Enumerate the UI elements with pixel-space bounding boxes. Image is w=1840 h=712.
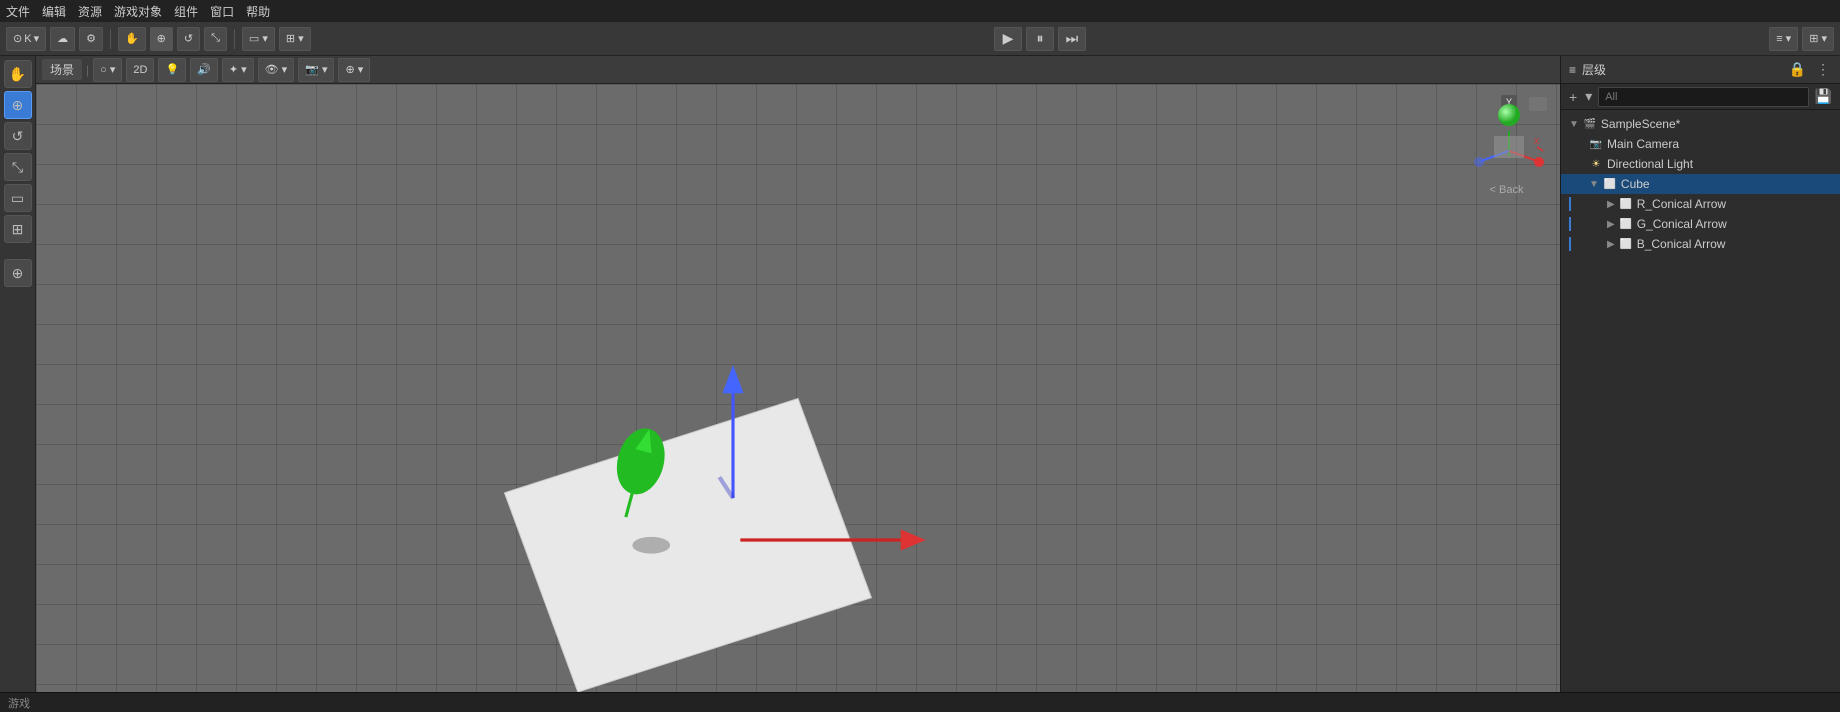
mesh-icon-b: ⬜ bbox=[1619, 237, 1633, 251]
hidden-btn[interactable]: 👁 ▾ bbox=[258, 58, 295, 82]
hierarchy-label-samplescene: SampleScene* bbox=[1601, 117, 1680, 131]
hierarchy-label-r-conical: R_Conical Arrow bbox=[1637, 197, 1726, 211]
hierarchy-item-r-conical[interactable]: ▶ ⬜ R_Conical Arrow bbox=[1561, 194, 1840, 214]
hierarchy-item-b-conical[interactable]: ▶ ⬜ B_Conical Arrow bbox=[1561, 234, 1840, 254]
world-tool[interactable]: ⊕ bbox=[4, 259, 32, 287]
child-line bbox=[1569, 197, 1571, 211]
menu-component[interactable]: 组件 bbox=[174, 3, 198, 20]
hierarchy-label-g-conical: G_Conical Arrow bbox=[1637, 217, 1727, 231]
light-icon: ☀ bbox=[1589, 157, 1603, 171]
scene-toolbar: 场景 | ○ ▾ 2D 💡 🔊 ✦ ▾ 👁 ▾ 📷 ▾ ⊕ ▾ bbox=[36, 56, 1560, 84]
lock-icon[interactable]: 🔒 bbox=[1787, 59, 1808, 80]
tab-separator: | bbox=[86, 63, 89, 77]
camera-icon: 📷 bbox=[1589, 137, 1603, 151]
svg-text:X: X bbox=[1534, 137, 1540, 146]
menu-edit[interactable]: 编辑 bbox=[42, 3, 66, 20]
rotate-tool[interactable]: ↺ bbox=[4, 122, 32, 150]
hierarchy-search-input[interactable] bbox=[1598, 87, 1808, 107]
layers-btn[interactable]: ≡ ▾ bbox=[1769, 27, 1798, 51]
save-icon[interactable]: 💾 bbox=[1813, 86, 1834, 107]
hierarchy-item-directionallight[interactable]: ☀ Directional Light bbox=[1561, 154, 1840, 174]
snap-tool-btn[interactable]: ⊞ ▾ bbox=[279, 27, 311, 51]
hand-tool-btn[interactable]: ✋ bbox=[118, 27, 146, 51]
hierarchy-label-directionallight: Directional Light bbox=[1607, 157, 1693, 171]
cloud-btn[interactable]: ☁ bbox=[50, 27, 75, 51]
hierarchy-item-maincamera[interactable]: 📷 Main Camera bbox=[1561, 134, 1840, 154]
chevron-down-icon: ▾ bbox=[34, 32, 40, 45]
main-toolbar: ⊙ K ▾ ☁ ⚙ ✋ ⊕ ↺ ⤡ ▭ ▾ ⊞ ▾ ▶ ⏸ ⏭ ≡ ▾ ⊞ ▾ bbox=[0, 22, 1840, 56]
toolbar-separator-1 bbox=[110, 29, 111, 49]
hierarchy-label-cube: Cube bbox=[1621, 177, 1650, 191]
hierarchy-content: ▼ 🎬 SampleScene* 📷 Main Camera ☀ Directi… bbox=[1561, 110, 1840, 692]
scene-view[interactable]: 场景 | ○ ▾ 2D 💡 🔊 ✦ ▾ 👁 ▾ 📷 ▾ ⊕ ▾ bbox=[36, 56, 1560, 692]
play-button[interactable]: ▶ bbox=[994, 27, 1022, 51]
move-tool-btn[interactable]: ⊕ bbox=[150, 27, 173, 51]
mesh-icon-r: ⬜ bbox=[1619, 197, 1633, 211]
menu-help[interactable]: 帮助 bbox=[246, 3, 270, 20]
hierarchy-item-samplescene[interactable]: ▼ 🎬 SampleScene* bbox=[1561, 114, 1840, 134]
toolbar-separator-2 bbox=[234, 29, 235, 49]
status-label: 游戏 bbox=[8, 695, 30, 711]
hierarchy-label-b-conical: B_Conical Arrow bbox=[1637, 237, 1726, 251]
step-button[interactable]: ⏭ bbox=[1058, 27, 1086, 51]
hierarchy-item-g-conical[interactable]: ▶ ⬜ G_Conical Arrow bbox=[1561, 214, 1840, 234]
rotate-tool-btn[interactable]: ↺ bbox=[177, 27, 200, 51]
camera-btn[interactable]: 📷 ▾ bbox=[298, 58, 334, 82]
transform-tool[interactable]: ⊞ bbox=[4, 215, 32, 243]
settings-btn[interactable]: ⚙ bbox=[79, 27, 103, 51]
lighting-btn[interactable]: 💡 bbox=[158, 58, 186, 82]
expand-arrow[interactable]: ▼ bbox=[1569, 119, 1579, 130]
expand-arrow-b[interactable]: ▶ bbox=[1607, 239, 1615, 250]
left-toolbar: ✋ ⊕ ↺ ⤡ ▭ ⊞ ⊕ bbox=[0, 56, 36, 692]
layout-btn[interactable]: ⊞ ▾ bbox=[1802, 27, 1834, 51]
gizmo-svg: Y bbox=[1459, 91, 1554, 186]
2d-mode-btn[interactable]: 2D bbox=[126, 58, 154, 82]
fx-btn[interactable]: ✦ ▾ bbox=[222, 58, 254, 82]
hierarchy-panel-title: 层级 bbox=[1582, 61, 1781, 78]
menu-file[interactable]: 文件 bbox=[6, 3, 30, 20]
mesh-icon-g: ⬜ bbox=[1619, 217, 1633, 231]
status-bar: 游戏 bbox=[0, 692, 1840, 712]
gizmos-btn[interactable]: ⊕ ▾ bbox=[338, 58, 370, 82]
child-line bbox=[1569, 237, 1571, 251]
more-options-icon[interactable]: ⋮ bbox=[1814, 59, 1832, 80]
hierarchy-label-maincamera: Main Camera bbox=[1607, 137, 1679, 151]
shading-mode-btn[interactable]: ○ ▾ bbox=[93, 58, 122, 82]
profile-icon: ⊙ bbox=[13, 32, 22, 45]
audio-btn[interactable]: 🔊 bbox=[190, 58, 218, 82]
expand-arrow-g[interactable]: ▶ bbox=[1607, 219, 1615, 230]
scale-tool-btn[interactable]: ⤡ bbox=[204, 27, 227, 51]
scene-tab[interactable]: 场景 bbox=[42, 59, 82, 80]
menu-bar: 文件 编辑 资源 游戏对象 组件 窗口 帮助 bbox=[0, 0, 1840, 22]
scene-gizmo: Y bbox=[1459, 91, 1554, 211]
hierarchy-panel: ≡ 层级 🔒 ⋮ + ▾ 💾 ▼ 🎬 SampleScene* 📷 Main C… bbox=[1560, 56, 1840, 692]
rect-tool[interactable]: ▭ bbox=[4, 184, 32, 212]
hierarchy-item-cube[interactable]: ▼ ⬜ Cube bbox=[1561, 174, 1840, 194]
chevron-down-icon2: ▾ bbox=[1583, 86, 1594, 107]
scene-svg bbox=[36, 84, 1560, 692]
child-line bbox=[1569, 217, 1571, 231]
hierarchy-panel-header: ≡ 层级 🔒 ⋮ bbox=[1561, 56, 1840, 84]
add-hierarchy-btn[interactable]: + bbox=[1567, 87, 1579, 107]
hierarchy-toolbar: + ▾ 💾 bbox=[1561, 84, 1840, 110]
menu-assets[interactable]: 资源 bbox=[78, 3, 102, 20]
profile-btn[interactable]: ⊙ K ▾ bbox=[6, 27, 46, 51]
playmode-controls: ▶ ⏸ ⏭ bbox=[315, 27, 1766, 51]
pause-button[interactable]: ⏸ bbox=[1026, 27, 1054, 51]
profile-label: K bbox=[24, 33, 31, 45]
hand-tool[interactable]: ✋ bbox=[4, 60, 32, 88]
main-area: ✋ ⊕ ↺ ⤡ ▭ ⊞ ⊕ 场景 | ○ ▾ 2D 💡 🔊 ✦ ▾ 👁 ▾ 📷 … bbox=[0, 56, 1840, 692]
hierarchy-icon: ≡ bbox=[1569, 63, 1576, 77]
rect-tool-btn[interactable]: ▭ ▾ bbox=[242, 27, 275, 51]
menu-window[interactable]: 窗口 bbox=[210, 3, 234, 20]
cube-icon: ⬜ bbox=[1603, 177, 1617, 191]
scene-icon: 🎬 bbox=[1583, 117, 1597, 131]
expand-arrow-cube[interactable]: ▼ bbox=[1589, 179, 1599, 190]
expand-arrow-r[interactable]: ▶ bbox=[1607, 199, 1615, 210]
scale-tool[interactable]: ⤡ bbox=[4, 153, 32, 181]
move-tool[interactable]: ⊕ bbox=[4, 91, 32, 119]
menu-gameobject[interactable]: 游戏对象 bbox=[114, 3, 162, 20]
